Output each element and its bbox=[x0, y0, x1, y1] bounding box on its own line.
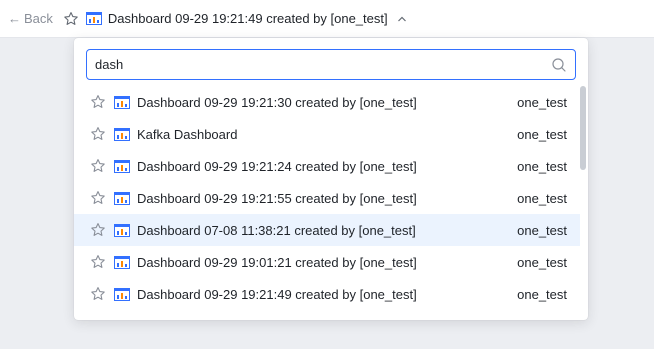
item-owner: one_test bbox=[517, 94, 567, 110]
dashboard-icon bbox=[114, 191, 130, 205]
dashboard-switcher-dropdown: Dashboard 09-29 19:21:30 created by [one… bbox=[74, 38, 588, 320]
dashboard-icon bbox=[114, 223, 130, 237]
star-icon[interactable] bbox=[90, 286, 106, 302]
arrow-left-icon: ← bbox=[8, 11, 21, 26]
dashboard-title-switcher[interactable]: Dashboard 09-29 19:21:49 created by [one… bbox=[108, 11, 408, 26]
item-owner: one_test bbox=[517, 254, 567, 270]
star-icon[interactable] bbox=[63, 11, 79, 27]
search-input[interactable] bbox=[95, 57, 551, 72]
back-label: Back bbox=[24, 11, 53, 26]
item-name: Dashboard 07-08 11:38:21 created by [one… bbox=[137, 222, 416, 238]
list-item[interactable]: Dashboard 09-29 19:21:55 created by [one… bbox=[74, 182, 580, 214]
list-item[interactable]: Dashboard 07-08 11:38:21 created by [one… bbox=[74, 214, 580, 246]
item-name: Dashboard 09-29 19:21:30 created by [one… bbox=[137, 94, 417, 110]
list-item[interactable]: Dashboard 09-29 19:21:30 created by [one… bbox=[74, 86, 580, 118]
dashboard-icon bbox=[114, 127, 130, 141]
top-bar: ← Back Dashboard 09-29 19:21:49 created … bbox=[0, 0, 654, 38]
star-icon[interactable] bbox=[90, 126, 106, 142]
search-box[interactable] bbox=[86, 49, 576, 80]
list-item[interactable]: Dashboard 09-29 19:01:21 created by [one… bbox=[74, 246, 580, 278]
dashboard-icon bbox=[85, 12, 102, 25]
star-icon[interactable] bbox=[90, 190, 106, 206]
list-item[interactable]: Dashboard 09-29 19:21:24 created by [one… bbox=[74, 150, 580, 182]
dashboard-icon bbox=[114, 287, 130, 301]
dashboard-icon bbox=[114, 95, 130, 109]
item-owner: one_test bbox=[517, 222, 567, 238]
item-owner: one_test bbox=[517, 286, 567, 302]
item-owner: one_test bbox=[517, 158, 567, 174]
item-name: Dashboard 09-29 19:21:55 created by [one… bbox=[137, 190, 417, 206]
star-icon[interactable] bbox=[90, 94, 106, 110]
back-button[interactable]: ← Back bbox=[8, 11, 53, 26]
item-owner: one_test bbox=[517, 190, 567, 206]
page-title: Dashboard 09-29 19:21:49 created by [one… bbox=[107, 11, 388, 26]
item-owner: one_test bbox=[517, 126, 567, 142]
star-icon[interactable] bbox=[90, 158, 106, 174]
star-icon[interactable] bbox=[90, 222, 106, 238]
list-item[interactable]: Kafka Dashboard one_test bbox=[74, 118, 580, 150]
item-name: Dashboard 09-29 19:21:24 created by [one… bbox=[137, 158, 417, 174]
dashboard-icon bbox=[114, 255, 130, 269]
scrollbar-thumb[interactable] bbox=[580, 86, 586, 170]
results-list: Dashboard 09-29 19:21:30 created by [one… bbox=[74, 86, 580, 310]
item-name: Kafka Dashboard bbox=[137, 126, 238, 142]
list-item[interactable]: Dashboard 09-29 19:21:49 created by [one… bbox=[74, 278, 580, 310]
dashboard-icon bbox=[114, 159, 130, 173]
item-name: Dashboard 09-29 19:01:21 created by [one… bbox=[137, 254, 417, 270]
scrollbar[interactable] bbox=[580, 86, 586, 316]
item-name: Dashboard 09-29 19:21:49 created by [one… bbox=[137, 286, 417, 302]
star-icon[interactable] bbox=[90, 254, 106, 270]
chevron-up-icon bbox=[397, 16, 406, 21]
search-icon[interactable] bbox=[551, 57, 567, 73]
